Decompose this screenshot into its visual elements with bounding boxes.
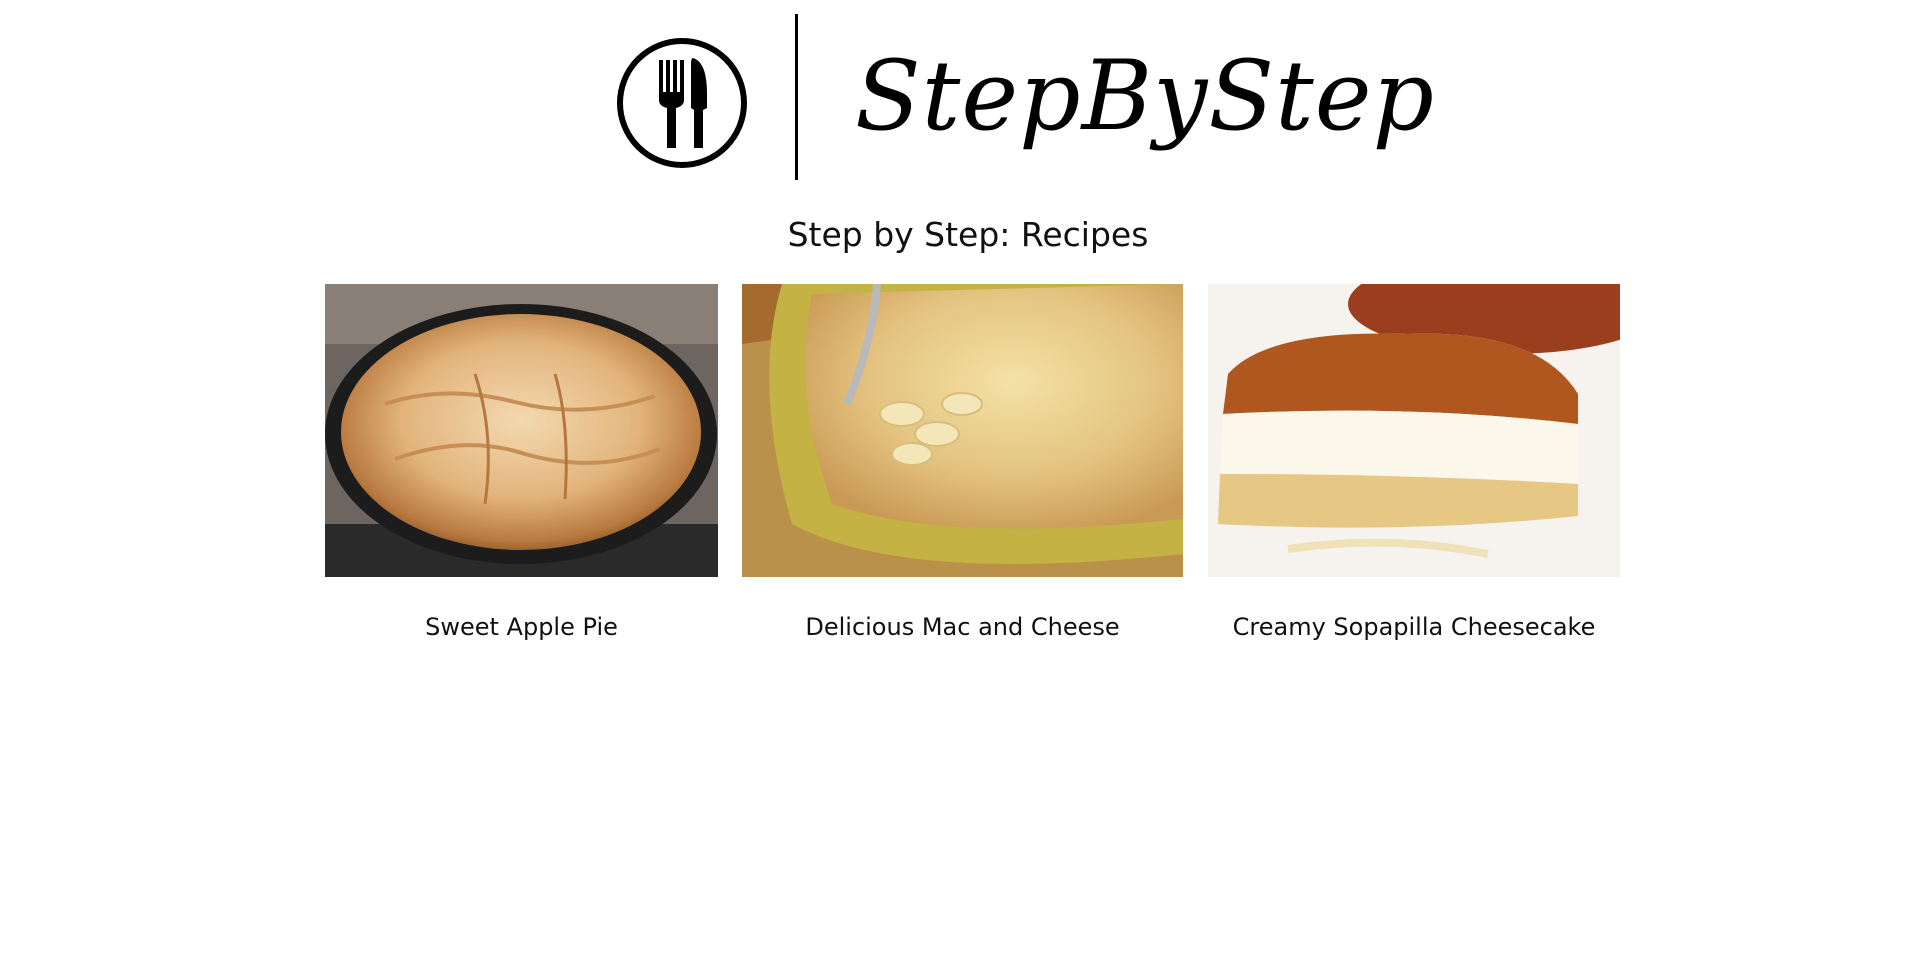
logo-divider — [795, 14, 798, 180]
apple-pie-photo[interactable] — [325, 284, 718, 577]
recipe-card-apple-pie[interactable]: Sweet Apple Pie — [325, 284, 718, 642]
recipe-title[interactable]: Sweet Apple Pie — [325, 612, 718, 642]
brand-name: StepByStep — [855, 40, 1435, 152]
recipe-card-mac-and-cheese[interactable]: Delicious Mac and Cheese — [742, 284, 1183, 642]
sopapilla-cheesecake-photo[interactable] — [1208, 284, 1620, 577]
page-title: Step by Step: Recipes — [787, 215, 1149, 254]
mac-and-cheese-photo[interactable] — [742, 284, 1183, 577]
site-logo[interactable]: StepByStep — [615, 12, 1434, 182]
fork-and-knife-icon — [617, 38, 747, 168]
recipe-title[interactable]: Delicious Mac and Cheese — [742, 612, 1183, 642]
recipe-card-sopapilla-cheesecake[interactable]: Creamy Sopapilla Cheesecake — [1208, 284, 1620, 642]
page: StepByStep Step by Step: Recipes Sweet A… — [0, 0, 1913, 965]
recipe-title[interactable]: Creamy Sopapilla Cheesecake — [1208, 612, 1620, 642]
